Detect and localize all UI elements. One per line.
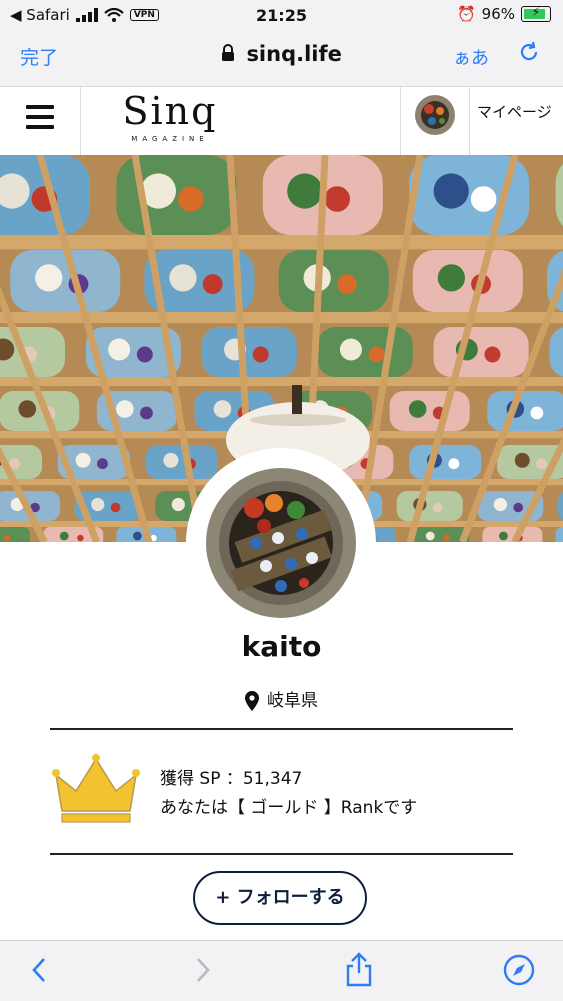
rank-line: あなたは【 ゴールド 】Rankです: [160, 794, 417, 823]
header-divider: [469, 87, 470, 155]
alarm-icon: ⏰: [457, 5, 476, 23]
header-divider: [80, 87, 81, 155]
browser-address-bar: 完了 sinq.life ぁあ: [0, 30, 563, 87]
logo-subtitle: MAGAZINE: [105, 135, 235, 143]
location-pin-icon: [245, 691, 259, 711]
browser-toolbar: [0, 940, 563, 1001]
header-divider: [400, 87, 401, 155]
mypage-link[interactable]: マイページ: [477, 101, 552, 122]
location-text: 岐阜県: [267, 691, 318, 711]
status-bar: ◀ Safari VPN 21:25 ⏰ 96% ⚡: [0, 0, 563, 30]
forward-icon[interactable]: [192, 955, 214, 985]
text-size-button[interactable]: ぁあ: [453, 44, 489, 70]
site-logo[interactable]: Sinq MAGAZINE: [105, 89, 235, 151]
profile-location: 岐阜県: [0, 686, 563, 711]
charging-bolt-icon: ⚡: [522, 5, 550, 19]
share-icon[interactable]: [344, 951, 374, 987]
logo-text: Sinq: [105, 89, 235, 133]
battery-icon: ⚡: [521, 6, 551, 22]
divider-top: [50, 728, 513, 730]
back-icon[interactable]: [28, 955, 50, 985]
profile-avatar: [186, 448, 376, 638]
status-right: ⏰ 96% ⚡: [457, 5, 551, 23]
profile-username: kaito: [0, 630, 563, 663]
url-text: sinq.life: [246, 42, 341, 66]
points-line: 獲得 SP ：51,347: [160, 765, 417, 794]
avatar-image: [206, 468, 356, 618]
header-avatar[interactable]: [414, 94, 456, 136]
lock-icon: [221, 44, 235, 61]
rank-panel: 獲得 SP ：51,347 あなたは【 ゴールド 】Rankです: [50, 745, 513, 845]
reload-icon[interactable]: [517, 40, 541, 70]
divider-bottom: [50, 853, 513, 855]
battery-percent: 96%: [482, 5, 515, 23]
crown-icon: [52, 753, 140, 823]
follow-button[interactable]: + フォローする: [193, 871, 367, 925]
hamburger-icon[interactable]: [26, 105, 54, 135]
site-header: Sinq MAGAZINE マイページ: [0, 87, 563, 156]
compass-icon[interactable]: [502, 953, 536, 987]
